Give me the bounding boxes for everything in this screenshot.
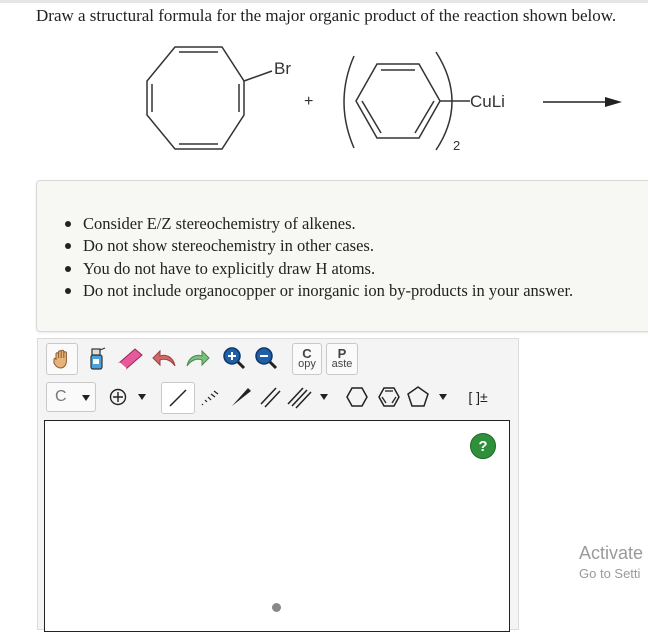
benzene-button[interactable]	[374, 382, 404, 412]
instructions-list: Consider E/Z stereochemistry of alkenes.…	[64, 213, 573, 302]
wedge-bond-button[interactable]	[226, 382, 256, 412]
hand-tool-button[interactable]	[46, 343, 78, 375]
instruction-item: You do not have to explicitly draw H ato…	[64, 258, 573, 280]
bromine-label: Br	[274, 59, 291, 78]
zoom-in-icon	[223, 347, 246, 370]
copy-button[interactable]: C opy	[292, 343, 322, 375]
top-border	[0, 0, 648, 3]
chevron-down-icon	[82, 395, 90, 401]
help-button[interactable]: ?	[470, 433, 496, 459]
zoom-out-button[interactable]	[252, 343, 280, 373]
reaction-scheme: Br + 2 CuLi	[146, 46, 622, 153]
drawing-canvas[interactable]	[44, 420, 510, 632]
spray-bottle-icon	[90, 347, 106, 370]
chevron-down-icon	[439, 394, 447, 400]
hashed-bond-button[interactable]	[195, 382, 225, 412]
zoom-out-icon	[255, 347, 278, 370]
copy-label-bottom: opy	[298, 358, 316, 370]
chevron-down-icon	[320, 394, 328, 400]
eraser-icon	[118, 348, 143, 370]
single-bond-button[interactable]	[161, 382, 195, 414]
cyclohexane-button[interactable]	[342, 382, 372, 412]
cyclopentane-icon	[407, 386, 429, 407]
eraser-button[interactable]	[114, 343, 146, 373]
plus-charge-icon	[109, 388, 127, 406]
reaction-arrow	[543, 97, 622, 107]
element-selector[interactable]: C	[46, 382, 96, 412]
plus-sign: +	[304, 93, 313, 110]
erase-all-button[interactable]	[82, 343, 110, 373]
redo-icon	[186, 349, 210, 367]
paste-label-bottom: aste	[331, 358, 353, 370]
cyclohexane-icon	[346, 387, 368, 407]
watermark-line2: Go to Setti	[579, 566, 641, 581]
undo-button[interactable]	[150, 343, 180, 373]
hand-icon	[53, 349, 67, 369]
cuprate-label: CuLi	[470, 92, 505, 111]
chevron-down-icon	[138, 394, 146, 400]
wedge-bond-icon	[232, 388, 251, 406]
benzene-icon	[378, 387, 400, 407]
zoom-in-button[interactable]	[220, 343, 248, 373]
watermark-line1: Activate	[579, 543, 644, 563]
double-bond-button[interactable]	[255, 382, 285, 412]
activation-watermark: Activate Go to Setti	[579, 543, 643, 581]
instruction-item: Do not show stereochemistry in other cas…	[64, 235, 573, 257]
hashed-wedge-bond-icon	[201, 390, 219, 406]
single-bond-icon	[169, 389, 187, 407]
element-label: C	[55, 388, 67, 405]
question-text: Draw a structural formula for the major …	[36, 6, 617, 25]
double-bond-icon	[260, 387, 281, 408]
undo-icon	[152, 349, 176, 367]
cyclooctatetraene-structure	[146, 46, 273, 150]
triple-bond-icon	[287, 387, 312, 409]
instructions-panel: Consider E/Z stereochemistry of alkenes.…	[36, 180, 648, 332]
paste-button[interactable]: P aste	[326, 343, 358, 375]
redo-button[interactable]	[182, 343, 212, 373]
instruction-item: Do not include organocopper or inorganic…	[64, 280, 573, 302]
benzene-structure	[355, 63, 470, 139]
bracket-charge-button[interactable]: [ ]±	[462, 382, 494, 412]
cyclopentane-button[interactable]	[405, 382, 451, 412]
triple-bond-button[interactable]	[286, 382, 330, 412]
left-parenthesis	[343, 55, 355, 149]
instruction-item: Consider E/Z stereochemistry of alkenes.	[64, 213, 573, 235]
charge-tool[interactable]	[102, 382, 152, 412]
canvas-dot	[272, 603, 281, 612]
bracket-charge-label: [ ]±	[468, 389, 488, 405]
subscript-two: 2	[453, 138, 460, 153]
